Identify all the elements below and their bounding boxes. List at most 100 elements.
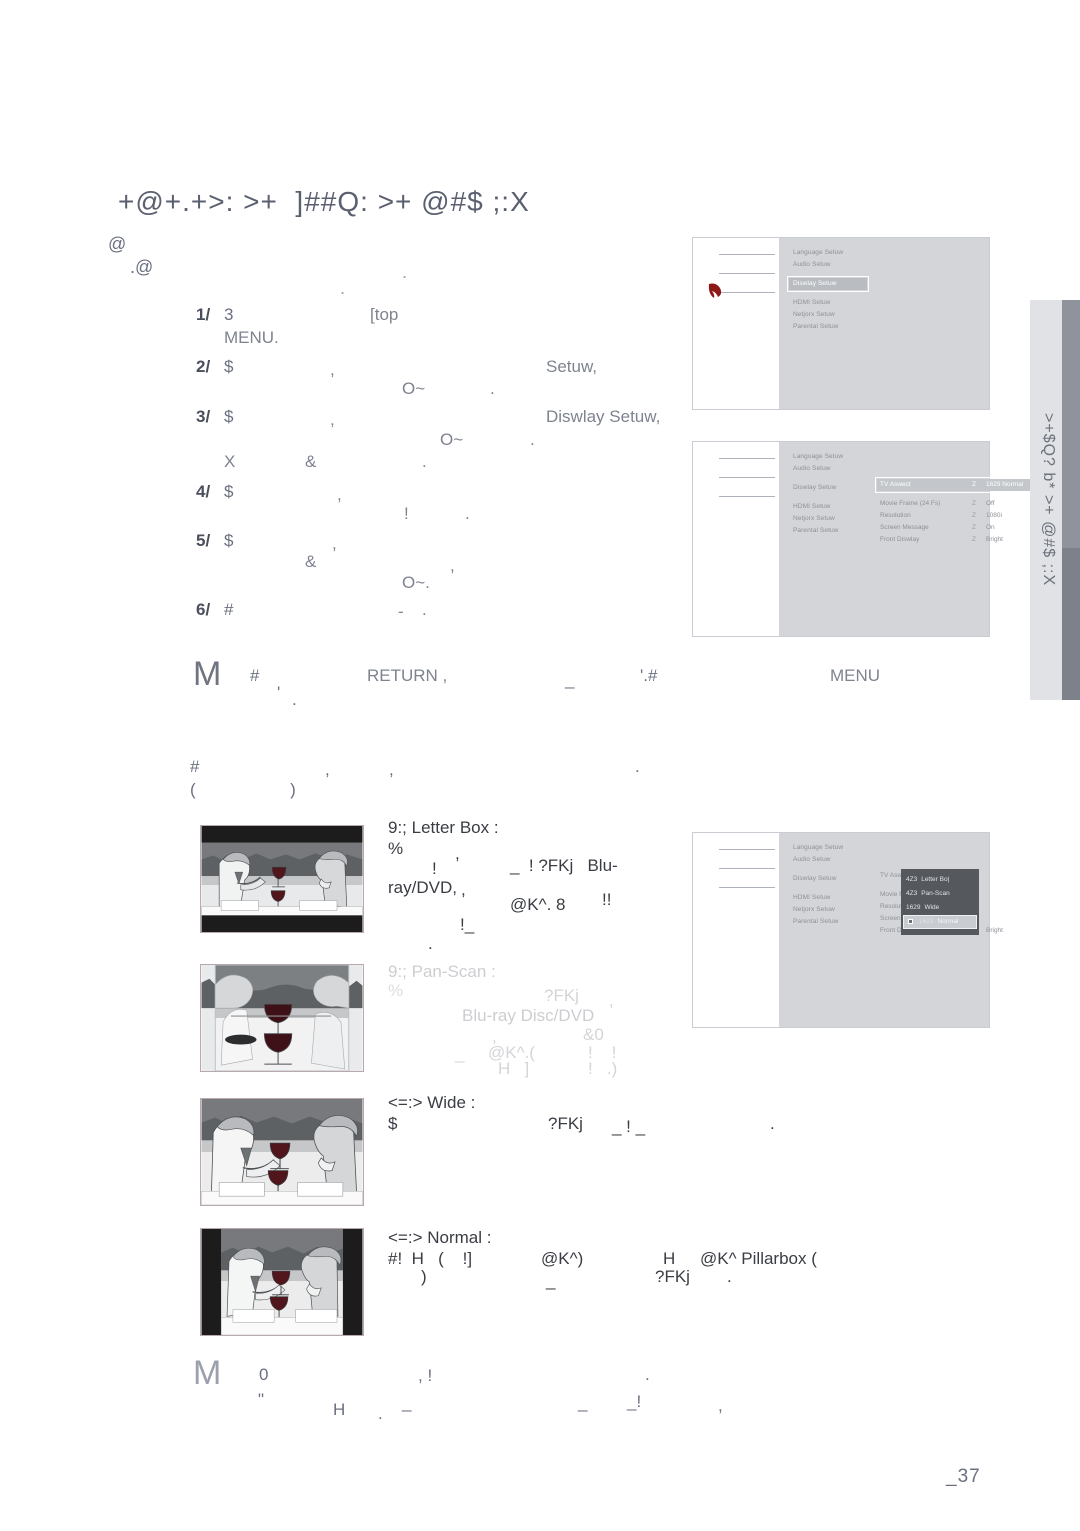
note-top-c: _ — [565, 670, 575, 689]
step-4-keyword: ! — [404, 504, 409, 523]
step-3-sub-b: & — [305, 452, 317, 471]
dropdown-option-letter-box[interactable]: 4Z3 Letter Bo| — [901, 873, 979, 887]
step-6-text: # — [224, 600, 234, 619]
tv-menu-item-hdmi-setup[interactable]: HDMI Setuw — [789, 892, 867, 904]
aspect-panscan-desc-1: % — [388, 981, 404, 1000]
tv-menu-item-network-setup[interactable]: Netjorx Setuw — [789, 309, 867, 321]
aspect-letterbox-desc-4: ray/DVD, — [388, 878, 457, 897]
tv-left-divider — [719, 477, 775, 478]
step-3-period: . — [530, 430, 535, 449]
step-3-sub-a: X — [224, 452, 236, 471]
tv-menu-item-language-setup[interactable]: Language Setuw — [789, 842, 867, 854]
aspect-wide-desc-2: ?FKj — [548, 1114, 583, 1133]
tv-menu-item-parental-setup[interactable]: Parental Setuw — [789, 525, 867, 537]
step-6-period: . — [422, 600, 427, 619]
aspect-panscan-title: 9:; Pan-Scan : — [388, 962, 496, 981]
tv-menu-item-parental-setup[interactable]: Parental Setuw — [789, 321, 867, 333]
aspect-wide-title: <=:> Wide : — [388, 1093, 476, 1112]
note-bottom-mark: M — [193, 1354, 222, 1392]
dropdown-option-ratio: 1629 — [906, 904, 921, 911]
letterbox-illustration — [200, 825, 364, 933]
step-2-keyword-ok: O~ — [402, 379, 426, 398]
tv-menu-item-network-setup[interactable]: Netjorx Setuw — [789, 513, 867, 525]
tv-right-panel-2: Language Setuw Audio Setuw Diswlay Setuw… — [779, 442, 1064, 636]
step-5-keyword-ok: O~. — [402, 573, 430, 592]
aspect-letterbox-desc-3: _ ! ?FKj Blu- — [510, 856, 618, 875]
tv-left-divider — [719, 887, 775, 888]
tv-submenu-label: Front Diswlay — [880, 536, 920, 543]
tv-right-panel-3: Language Setuw Audio Setuw Diswlay Setuw… — [779, 833, 1003, 1027]
step-5-sub-a: & — [305, 552, 317, 571]
note-bottom-i: _! — [627, 1392, 642, 1411]
dropdown-option-normal[interactable]: 1629 Normal — [903, 915, 977, 929]
step-1-number: 1/ — [196, 305, 211, 324]
dropdown-option-pan-scan[interactable]: 4Z3 Pan-Scan — [901, 887, 979, 901]
tv-left-divider — [719, 458, 775, 459]
tv-menu-item-display-setup[interactable]: Diswlay Setuw — [789, 482, 867, 494]
tv-submenu-separator: Z — [972, 500, 976, 507]
aspect-letterbox-comma: , — [455, 844, 460, 863]
tv-left-panel-3 — [693, 833, 779, 1027]
tv-left-divider — [719, 868, 775, 869]
tv-submenu-label: Screen Message — [880, 524, 929, 531]
aspect-letterbox-desc-7: !! — [602, 890, 612, 909]
tv-menu-item-audio-setup[interactable]: Audio Setuw — [789, 854, 867, 866]
tv-right-panel-1: Language Setuw Audio Setuw Diswlay Setuw… — [779, 238, 989, 409]
aspect-normal-desc-2: @K^) — [541, 1249, 584, 1268]
step-2-text: $ — [224, 357, 234, 376]
intro-line-2: .@ — [130, 257, 154, 277]
aspect-panscan-desc-4: Blu-ray Disc/DVD — [462, 1006, 595, 1025]
tv-submenu-separator: Z — [972, 481, 976, 488]
tv-menu-item-hdmi-setup[interactable]: HDMI Setuw — [789, 501, 867, 513]
aspect-letterbox-desc-6: @K^. 8 — [510, 895, 566, 914]
tv-menu-item-audio-setup[interactable]: Audio Setuw — [789, 259, 867, 271]
tv-menu-item-audio-setup[interactable]: Audio Setuw — [789, 463, 867, 475]
tv-menu-item-parental-setup[interactable]: Parental Setuw — [789, 916, 867, 928]
dropdown-option-label: Normal — [937, 918, 959, 925]
intro-punct-a: . — [340, 278, 346, 298]
aspect-panscan-desc-3: , — [609, 991, 614, 1010]
tv-menu-item-display-setup[interactable]: Diswlay Setuw — [787, 276, 869, 292]
tv-aspect-dropdown-list[interactable]: 4Z3 Letter Bo| 4Z3 Pan-Scan 1629 Wide 16… — [901, 869, 979, 935]
paragraph-line-2: ( ) — [190, 780, 296, 799]
note-bottom-h: _ — [578, 1393, 588, 1412]
step-5-text: $ — [224, 531, 234, 550]
intro-line-1: @ — [108, 234, 127, 254]
tv-menu-item-language-setup[interactable]: Language Setuw — [789, 451, 867, 463]
tv-left-divider — [719, 273, 775, 274]
tv-menu-column-3: Language Setuw Audio Setuw Diswlay Setuw… — [789, 842, 867, 928]
aspect-normal-desc-7: ?FKj — [655, 1267, 690, 1286]
paragraph-line-1a: # — [190, 757, 200, 776]
normal-pillarbox-illustration — [200, 1228, 364, 1336]
aspect-normal-desc-8: . — [727, 1267, 732, 1286]
note-top-a: # — [250, 666, 260, 685]
tv-submenu-value: 1080i — [986, 512, 1002, 519]
note-bottom-e: H — [333, 1400, 346, 1419]
aspect-panscan-desc-10: ! .) — [588, 1059, 618, 1078]
dropdown-option-wide[interactable]: 1629 Wide — [901, 901, 979, 915]
note-bottom-j: , — [718, 1396, 723, 1415]
step-3-keyword-ok: O~ — [440, 430, 464, 449]
tv-submenu-separator: Z — [972, 524, 976, 531]
dropdown-option-label: Pan-Scan — [921, 890, 950, 897]
tv-submenu-value: On — [986, 524, 995, 531]
step-3-number: 3/ — [196, 407, 211, 426]
tv-submenu-separator: Z — [972, 536, 976, 543]
aspect-letterbox-desc-9: . — [428, 934, 433, 953]
tv-menu-item-hdmi-setup[interactable]: HDMI Setuw — [789, 297, 867, 309]
note-top-g: . — [292, 690, 297, 709]
note-top-d: '.# — [640, 666, 658, 685]
aspect-normal-desc-5: ) — [421, 1267, 427, 1286]
tv-menu-item-network-setup[interactable]: Netjorx Setuw — [789, 904, 867, 916]
step-2-comma: , — [330, 360, 335, 379]
tv-submenu-label: Movie Frame (24 Fs) — [880, 500, 941, 507]
step-5-number: 5/ — [196, 531, 211, 550]
note-bottom-b: , ! — [418, 1366, 433, 1385]
step-1-text: 3 — [224, 305, 234, 324]
step-4-period: . — [465, 504, 470, 523]
tv-submenu-value: Bright — [986, 536, 1003, 543]
note-bottom-f: . — [378, 1404, 383, 1423]
tv-menu-item-display-setup[interactable]: Diswlay Setuw — [789, 873, 867, 885]
tv-menu-item-language-setup[interactable]: Language Setuw — [789, 247, 867, 259]
step-5-comma: , — [332, 534, 337, 553]
